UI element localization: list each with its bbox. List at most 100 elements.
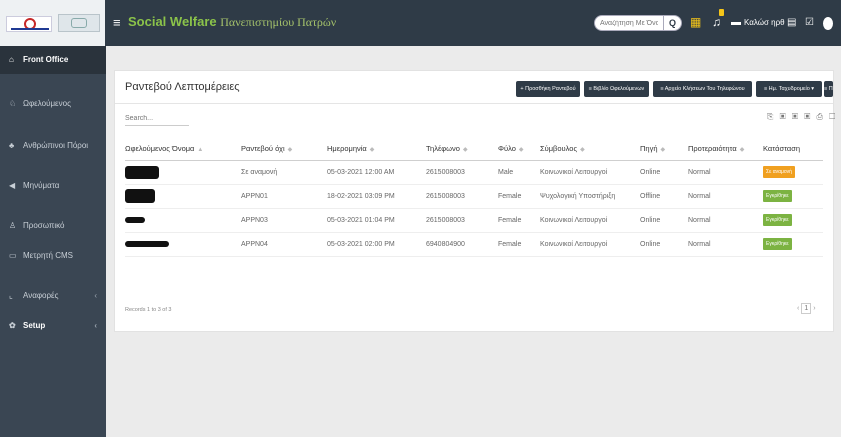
column-header-label: Κατάσταση	[763, 144, 801, 154]
pager-page-button[interactable]: 1	[801, 303, 812, 314]
table-search-input[interactable]	[125, 112, 189, 126]
notification-badge	[719, 9, 724, 16]
table-row[interactable]: Σε αναμονή 05-03-2021 12:00 AM 261500800…	[125, 160, 823, 185]
appointment-cell: APPN01	[241, 184, 327, 209]
column-header[interactable]: Φύλο ◆	[498, 138, 540, 161]
sort-icon: ◆	[287, 147, 293, 154]
date-cell: 18-02-2021 03:09 PM	[327, 184, 426, 209]
status-badge[interactable]: Εγκρίθηκε	[763, 190, 792, 202]
sidebar-item-cms[interactable]: ▭ Μετρητή CMS	[0, 242, 106, 270]
column-header[interactable]: Ωφελούμενος Όνομα ▲	[125, 138, 241, 161]
status-badge[interactable]: Εγκρίθηκε	[763, 214, 792, 226]
column-header[interactable]: Προτεραιότητα ◆	[688, 138, 763, 161]
counsellor-cell: Ψυχολογική Υποστήριξη	[540, 184, 640, 209]
priority-cell: Normal	[688, 160, 763, 185]
search-icon[interactable]: Q	[664, 15, 682, 31]
beneficiary-book-button[interactable]: ≡ Βιβλίο Ωφελούμενων	[584, 81, 649, 97]
sort-icon: ◆	[660, 147, 666, 154]
column-header-label: Φύλο	[498, 144, 516, 154]
gender-cell: Male	[498, 160, 540, 185]
settings-icon[interactable]	[823, 17, 833, 30]
brand-sub-text: Πανεπιστημίου Πατρών	[220, 15, 337, 29]
sidebar-item-label: Προσωπικό	[23, 221, 65, 230]
redacted-name	[125, 232, 241, 257]
pager-prev-button[interactable]: ‹	[797, 305, 799, 312]
appointment-cell: APPN03	[241, 208, 327, 233]
complaints-button[interactable]: ≡ Παράπονα	[824, 81, 833, 97]
check-icon[interactable]: ☑	[805, 15, 814, 31]
hamburger-icon[interactable]: ≡	[113, 16, 121, 29]
table-row[interactable]: APPN04 05-03-2021 02:00 PM 6940804900 Fe…	[125, 232, 823, 257]
source-cell: Online	[640, 208, 688, 233]
person-icon: ♙	[9, 221, 17, 230]
users-icon: ♘	[9, 99, 17, 108]
status-badge[interactable]: Σε αναμονή	[763, 166, 795, 178]
sort-icon: ◆	[739, 147, 745, 154]
gender-cell: Female	[498, 232, 540, 257]
column-header[interactable]: Ημερομηνία ◆	[327, 138, 426, 161]
sidebar-item-front-office[interactable]: ⌂ Front Office	[0, 46, 106, 74]
add-appointment-button[interactable]: + Προσθήκη Ραντεβού	[516, 81, 580, 97]
table-row[interactable]: APPN03 05-03-2021 01:04 PM 2615008003 Fe…	[125, 208, 823, 233]
source-cell: Offline	[640, 184, 688, 209]
status-cell: Εγκρίθηκε	[763, 184, 823, 209]
column-header[interactable]: Πηγή ◆	[640, 138, 688, 161]
priority-cell: Normal	[688, 232, 763, 257]
column-header[interactable]: Τηλέφωνο ◆	[426, 138, 498, 161]
main-content: Ραντεβού Λεπτομέρειες + Προσθήκη Ραντεβο…	[106, 46, 841, 437]
people-icon: ♣	[9, 141, 15, 150]
phone-cell: 2615008003	[426, 184, 498, 209]
chevron-left-icon: ‹	[94, 321, 97, 330]
redacted-name	[125, 160, 241, 185]
user-menu[interactable]: ▬ Καλώσ ηρθ	[731, 15, 785, 31]
redacted-name	[125, 208, 241, 233]
brand-main-text: Social Welfare	[128, 14, 217, 29]
redaction-mark	[125, 240, 169, 247]
sidebar-item-setup[interactable]: ✿ Setup ‹	[0, 312, 106, 340]
sidebar-item-staff[interactable]: ♙ Προσωπικό	[0, 212, 106, 240]
brand-title: Social Welfare Πανεπιστημίου Πατρών	[128, 13, 336, 31]
export-tools-icon[interactable]: ⎘ ▣ ▣ ▣ ⎙ ☐	[767, 112, 837, 122]
redaction-mark	[125, 216, 145, 223]
column-header-label: Ημερομηνία	[327, 144, 367, 154]
sidebar-item-label: Front Office	[23, 55, 69, 64]
phone-cell: 6940804900	[426, 232, 498, 257]
column-header[interactable]: Ραντεβού όχι ◆	[241, 138, 327, 161]
university-logo	[6, 16, 52, 32]
pager-next-button[interactable]: ›	[813, 305, 815, 312]
sidebar-item-label: Μετρητή CMS	[23, 251, 73, 260]
cogs-icon: ✿	[9, 321, 16, 330]
sidebar-item-reports[interactable]: ⌞ Αναφορές ‹	[0, 282, 106, 310]
phone-cell: 2615008003	[426, 208, 498, 233]
header-search-input[interactable]	[594, 15, 664, 31]
sidebar-item-messages[interactable]: ◀ Μηνύματα	[0, 172, 106, 200]
calendar-icon[interactable]: ▤	[787, 15, 796, 31]
gender-cell: Female	[498, 208, 540, 233]
sort-icon: ◆	[462, 147, 468, 154]
column-header-label: Σύμβουλος	[540, 144, 578, 154]
column-header[interactable]: Σύμβουλος ◆	[540, 138, 640, 161]
call-log-button[interactable]: ≡ Αρχείο Κλήσεων Του Τηλεφώνου	[653, 81, 752, 97]
appointments-panel: Ραντεβού Λεπτομέρειες + Προσθήκη Ραντεβο…	[114, 70, 837, 332]
column-header-label: Τηλέφωνο	[426, 144, 460, 154]
home-icon: ⌂	[9, 55, 14, 64]
table-row[interactable]: APPN01 18-02-2021 03:09 PM 2615008003 Fe…	[125, 184, 823, 209]
user-label: Καλώσ ηρθ	[744, 18, 785, 27]
grid-icon[interactable]: ▦	[690, 14, 701, 30]
column-header[interactable]: Κατάσταση	[763, 138, 823, 161]
source-cell: Online	[640, 232, 688, 257]
sort-icon: ◆	[580, 147, 585, 154]
secondary-logo	[58, 14, 100, 32]
logo-area[interactable]	[0, 0, 106, 46]
bell-icon[interactable]: ♫	[712, 14, 721, 30]
redaction-mark	[125, 165, 159, 179]
mail-dropdown-button[interactable]: ≡ Ημ. Ταχυδρομείο ▾	[756, 81, 822, 97]
counsellor-cell: Κοινωνικοί Λειτουργοί	[540, 232, 640, 257]
desktop-icon: ▭	[9, 251, 17, 260]
redaction-mark	[125, 189, 155, 203]
status-badge[interactable]: Εγκρίθηκε	[763, 238, 792, 250]
counsellor-cell: Κοινωνικοί Λειτουργοί	[540, 160, 640, 185]
appointment-cell: Σε αναμονή	[241, 160, 327, 185]
sidebar-item-beneficiary[interactable]: ♘ Ωφελούμενος	[0, 90, 106, 118]
sidebar-item-human-resources[interactable]: ♣ Ανθρώπινοι Πόροι	[0, 132, 106, 160]
